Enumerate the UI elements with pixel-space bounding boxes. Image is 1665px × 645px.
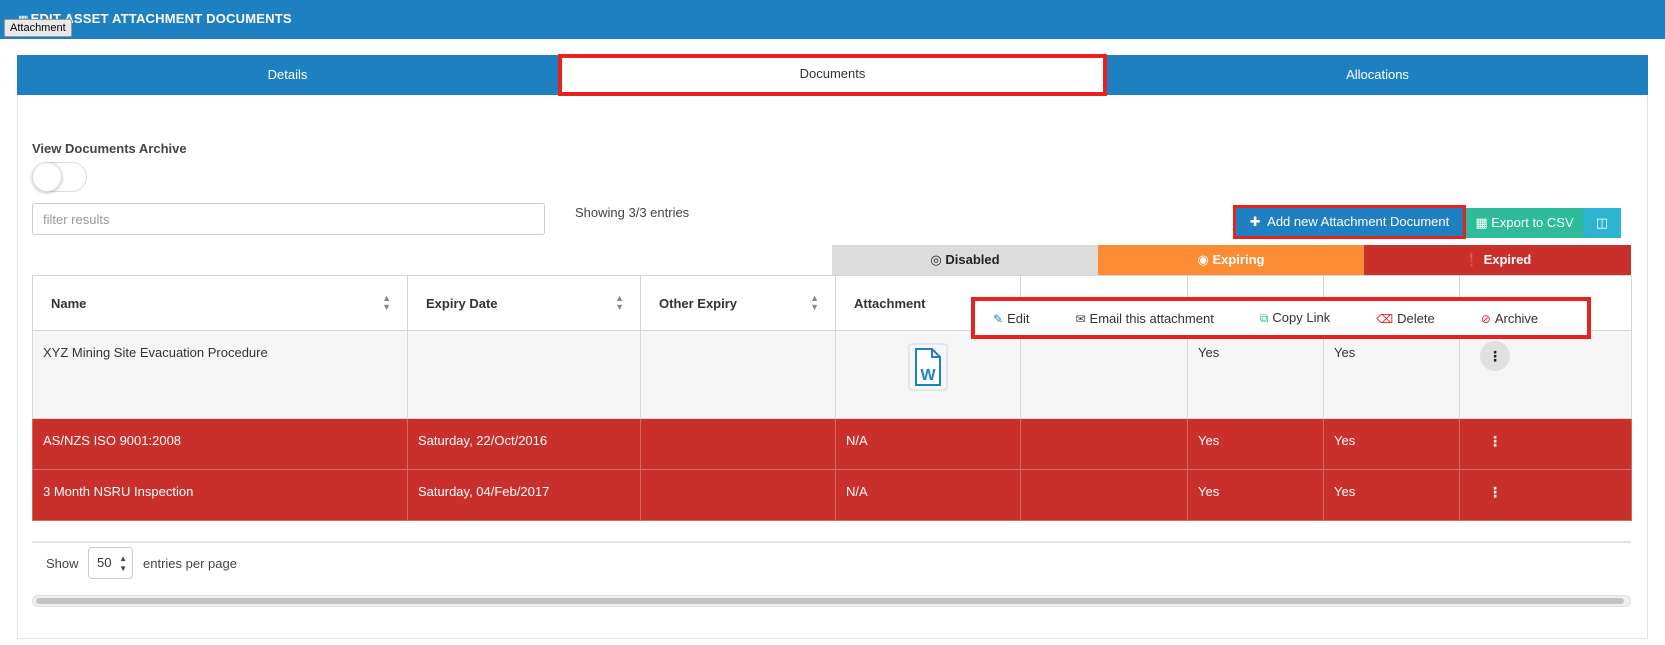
menu-item-label: Edit	[1007, 310, 1030, 326]
tab-details[interactable]: Details	[17, 55, 558, 95]
svg-text:W: W	[920, 367, 936, 384]
cell-attachment: W	[835, 330, 1021, 419]
column-header-label: Expiry Date	[426, 295, 498, 311]
cell-actions: ⋮	[1459, 469, 1632, 521]
tab-documents[interactable]: Documents	[558, 54, 1107, 96]
cell-7: Yes	[1323, 330, 1460, 419]
menu-item-label: Email this attachment	[1089, 310, 1214, 326]
export-csv-button[interactable]: ▦ Export to CSV	[1466, 208, 1583, 238]
menu-item-edit[interactable]: ✎ Edit	[993, 311, 1029, 326]
toggle-knob	[32, 162, 62, 192]
sort-icon: ▲ ▼	[382, 293, 391, 312]
cell-name: AS/NZS ISO 9001:2008	[32, 418, 408, 470]
column-header-name[interactable]: Name ▲ ▼	[32, 275, 408, 331]
archive-toggle[interactable]	[32, 162, 87, 192]
tab-allocations[interactable]: Allocations	[1107, 55, 1648, 95]
cell-actions: ⋮	[1459, 330, 1632, 419]
show-label: Show	[46, 556, 79, 571]
export-csv-label: Export to CSV	[1491, 215, 1574, 230]
menu-item-label: Copy Link	[1272, 310, 1331, 325]
legend-disabled: ◎ Disabled	[832, 245, 1098, 275]
table-row[interactable]: AS/NZS ISO 9001:2008 Saturday, 22/Oct/20…	[32, 418, 1632, 470]
column-header-expiry[interactable]: Expiry Date ▲ ▼	[407, 275, 641, 331]
menu-item-label: Archive	[1494, 310, 1539, 326]
legend-expired: ❗ Expired	[1364, 245, 1631, 275]
column-header-other-expiry[interactable]: Other Expiry ▲ ▼	[640, 275, 836, 331]
select-arrows-icon: ▲ ▼	[119, 554, 127, 573]
sort-icon: ▲ ▼	[615, 293, 624, 312]
legend-expiring: ◉ Expiring	[1098, 245, 1364, 275]
eye-slash-icon: ◎	[930, 252, 942, 267]
row-menu-button[interactable]: ⋮	[1480, 341, 1510, 371]
cell-attachment: N/A	[835, 418, 1021, 470]
cell-7: Yes	[1323, 418, 1460, 470]
cell-other-expiry	[640, 330, 836, 419]
per-page-label: entries per page	[143, 556, 237, 571]
page-size-value: 50	[97, 555, 112, 570]
word-document-icon[interactable]: W	[908, 343, 948, 391]
column-header-label: Other Expiry	[659, 295, 738, 311]
column-header-label: Attachment	[854, 295, 926, 311]
exclamation-circle-icon: ❗	[1463, 252, 1480, 267]
cell-name: XYZ Mining Site Evacuation Procedure	[32, 330, 408, 419]
table-row[interactable]: 3 Month NSRU Inspection Saturday, 04/Feb…	[32, 469, 1632, 521]
menu-item-label: Delete	[1397, 310, 1435, 326]
menu-item-archive[interactable]: ⊘ Archive	[1481, 311, 1538, 326]
row-context-menu: ✎ Edit ✉ Email this attachment ⧉ Copy Link …	[971, 297, 1591, 339]
tab-bar: Details Documents Allocations	[17, 54, 1648, 96]
envelope-icon: ✉	[1075, 311, 1086, 326]
cell-name: 3 Month NSRU Inspection	[32, 469, 408, 521]
cell-actions: ⋮	[1459, 418, 1632, 470]
eye-icon: ◉	[1197, 252, 1209, 267]
trash-icon: ⌫	[1376, 311, 1394, 326]
page-size-select[interactable]: 50 ▲ ▼	[88, 547, 133, 579]
menu-item-delete[interactable]: ⌫ Delete	[1376, 311, 1435, 326]
cell-5	[1020, 469, 1188, 521]
legend-disabled-label: Disabled	[945, 252, 1000, 267]
plus-icon: ✚	[1249, 214, 1261, 229]
cell-6: Yes	[1187, 330, 1324, 419]
cell-attachment: N/A	[835, 469, 1021, 521]
menu-item-copy-link[interactable]: ⧉ Copy Link	[1260, 310, 1330, 326]
legend-expiring-label: Expiring	[1212, 252, 1265, 267]
scrollbar-thumb[interactable]	[36, 598, 1624, 604]
horizontal-scrollbar[interactable]	[32, 595, 1631, 607]
cell-5	[1020, 418, 1188, 470]
cell-other-expiry	[640, 469, 836, 521]
cell-other-expiry	[640, 418, 836, 470]
filter-input[interactable]	[32, 203, 545, 235]
top-bar: ▦EDIT ASSET ATTACHMENT DOCUMENTS	[0, 0, 1665, 39]
cell-expiry: Saturday, 22/Oct/2016	[407, 418, 641, 470]
column-header-label: Name	[51, 295, 87, 311]
archive-label: View Documents Archive	[32, 141, 187, 156]
sort-icon: ▲ ▼	[810, 293, 819, 312]
csv-file-icon: ▦	[1475, 215, 1488, 230]
legend-expired-label: Expired	[1483, 252, 1532, 267]
divider	[32, 541, 1631, 543]
cell-6: Yes	[1187, 469, 1324, 521]
columns-button[interactable]: ◫	[1583, 208, 1621, 238]
cell-5	[1020, 330, 1188, 419]
add-attachment-label: Add new Attachment Document	[1267, 214, 1450, 229]
cell-expiry: Saturday, 04/Feb/2017	[407, 469, 641, 521]
cell-7: Yes	[1323, 469, 1460, 521]
cell-6: Yes	[1187, 418, 1324, 470]
edit-icon: ✎	[993, 311, 1004, 326]
showing-entries: Showing 3/3 entries	[575, 205, 690, 220]
menu-item-email[interactable]: ✉ Email this attachment	[1075, 311, 1213, 326]
tooltip: Attachment	[4, 19, 72, 37]
row-menu-button[interactable]: ⋮	[1480, 484, 1510, 501]
table-row[interactable]: XYZ Mining Site Evacuation Procedure W Y…	[32, 330, 1632, 419]
copy-icon: ⧉	[1259, 311, 1269, 325]
ban-icon: ⊘	[1480, 311, 1491, 326]
cell-expiry	[407, 330, 641, 419]
add-attachment-button[interactable]: ✚ Add new Attachment Document	[1233, 205, 1466, 239]
columns-icon: ◫	[1595, 215, 1609, 230]
row-menu-button[interactable]: ⋮	[1480, 433, 1510, 450]
